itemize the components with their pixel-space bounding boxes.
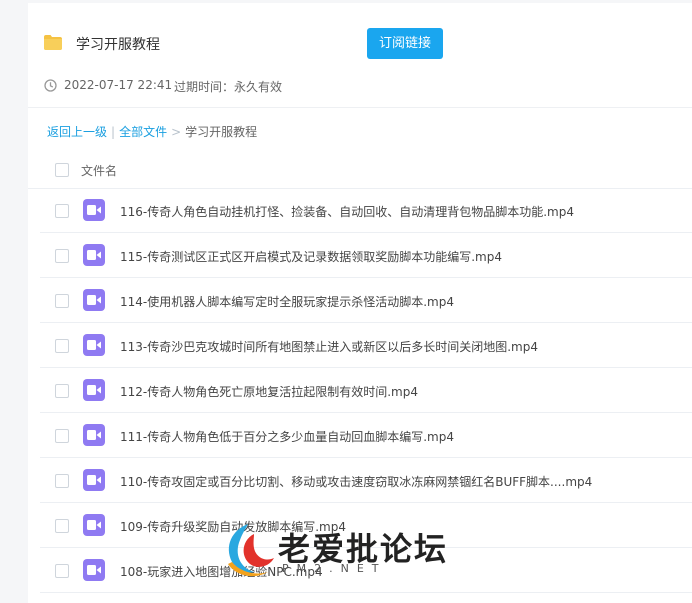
file-checkbox[interactable] (55, 474, 69, 488)
file-row[interactable]: 116-传奇人角色自动挂机打怪、捡装备、自动回收、自动清理背包物品脚本功能.mp… (40, 188, 692, 233)
file-list-header: 文件名 (28, 153, 692, 189)
breadcrumb-current: 学习开服教程 (185, 125, 258, 139)
file-name[interactable]: 110-传奇攻固定或百分比切割、移动或攻击速度窃取冰冻麻网禁锢红名BUFF脚本.… (120, 473, 592, 490)
video-file-icon (83, 244, 105, 266)
video-file-icon (83, 199, 105, 221)
video-file-icon (83, 514, 105, 536)
file-checkbox[interactable] (55, 249, 69, 263)
video-file-icon (83, 334, 105, 356)
divider (28, 107, 692, 108)
watermark-subtext: PM2.NET (282, 562, 387, 575)
watermark-logo-icon (228, 524, 274, 577)
clock-icon (44, 79, 57, 92)
share-title: 学习开服教程 (76, 37, 160, 53)
file-row[interactable]: 112-传奇人物角色死亡原地复活拉起限制有效时间.mp4 (40, 368, 692, 413)
file-checkbox[interactable] (55, 339, 69, 353)
breadcrumb: 返回上一级 | 全部文件 > 学习开服教程 (47, 123, 257, 140)
all-files-link[interactable]: 全部文件 (119, 125, 167, 139)
subscribe-button[interactable]: 订阅链接 (367, 28, 443, 59)
share-panel: 学习开服教程 订阅链接 2022-07-17 22:41 过期时间：永久有效 返… (28, 3, 692, 603)
file-checkbox[interactable] (55, 204, 69, 218)
video-file-icon (83, 469, 105, 491)
share-date: 2022-07-17 22:41 (64, 78, 173, 92)
breadcrumb-separator: | (111, 125, 116, 139)
file-row[interactable]: 114-使用机器人脚本编写定时全服玩家提示杀怪活动脚本.mp4 (40, 278, 692, 323)
file-checkbox[interactable] (55, 564, 69, 578)
file-row[interactable]: 115-传奇测试区正式区开启模式及记录数据领取奖励脚本功能编写.mp4 (40, 233, 692, 278)
share-header: 学习开服教程 订阅链接 2022-07-17 22:41 过期时间：永久有效 (28, 3, 692, 108)
expire-info: 过期时间：永久有效 (174, 80, 283, 94)
file-name[interactable]: 116-传奇人角色自动挂机打怪、捡装备、自动回收、自动清理背包物品脚本功能.mp… (120, 203, 574, 220)
file-name[interactable]: 112-传奇人物角色死亡原地复活拉起限制有效时间.mp4 (120, 383, 418, 400)
column-filename: 文件名 (81, 164, 118, 178)
file-name[interactable]: 111-传奇人物角色低于百分之多少血量自动回血脚本编写.mp4 (120, 428, 454, 445)
video-file-icon (83, 559, 105, 581)
file-checkbox[interactable] (55, 294, 69, 308)
video-file-icon (83, 379, 105, 401)
file-row[interactable]: 113-传奇沙巴克攻城时间所有地图禁止进入或新区以后多长时间关闭地图.mp4 (40, 323, 692, 368)
file-row[interactable]: 110-传奇攻固定或百分比切割、移动或攻击速度窃取冰冻麻网禁锢红名BUFF脚本.… (40, 458, 692, 503)
back-link[interactable]: 返回上一级 (47, 125, 107, 139)
video-file-icon (83, 424, 105, 446)
file-name[interactable]: 114-使用机器人脚本编写定时全服玩家提示杀怪活动脚本.mp4 (120, 293, 454, 310)
video-file-icon (83, 289, 105, 311)
folder-icon (44, 35, 62, 50)
watermark: 老爱批论坛 PM2.NET (218, 516, 478, 582)
file-row[interactable]: 111-传奇人物角色低于百分之多少血量自动回血脚本编写.mp4 (40, 413, 692, 458)
file-name[interactable]: 115-传奇测试区正式区开启模式及记录数据领取奖励脚本功能编写.mp4 (120, 248, 502, 265)
file-name[interactable]: 113-传奇沙巴克攻城时间所有地图禁止进入或新区以后多长时间关闭地图.mp4 (120, 338, 538, 355)
file-checkbox[interactable] (55, 429, 69, 443)
file-checkbox[interactable] (55, 384, 69, 398)
file-checkbox[interactable] (55, 519, 69, 533)
breadcrumb-arrow: > (171, 125, 182, 139)
select-all-checkbox[interactable] (55, 163, 69, 177)
